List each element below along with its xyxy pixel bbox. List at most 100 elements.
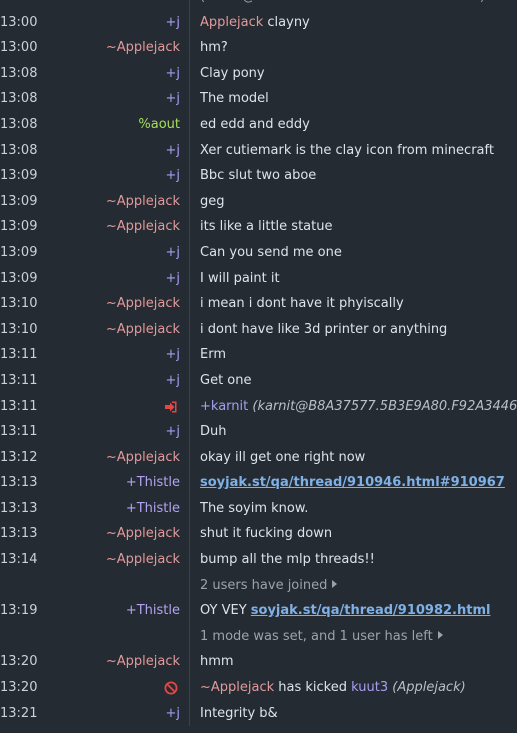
message-text: Xer cutiemark is the clay icon from mine… (200, 142, 494, 158)
chat-log: 13:02 kuut3 (kuut3@B8A37577.5B3E9A80.F92… (0, 0, 517, 727)
message-text: OY VEY soyjak.st/qa/thread/910982.html (200, 598, 517, 624)
nick[interactable]: +j (40, 342, 180, 368)
log-row: 13:09 ~Applejack geg (0, 189, 517, 215)
nick[interactable]: +j (40, 10, 180, 36)
nick[interactable]: ~Applejack (40, 547, 180, 573)
nick[interactable]: +j (40, 61, 180, 87)
timestamp: 13:11 (0, 398, 38, 414)
message-text: bump all the mlp threads!! (200, 552, 375, 568)
nick[interactable]: +j (40, 419, 180, 445)
message-text: Bbc slut two aboe (200, 168, 317, 184)
collapsed-events-text: 1 mode was set, and 1 user has left (200, 628, 433, 644)
message-link[interactable]: soyjak.st/qa/thread/910982.html (251, 603, 491, 618)
message-text: soyjak.st/qa/thread/910946.html#910967 (200, 470, 517, 496)
nick[interactable]: +j (40, 86, 180, 112)
log-row: 13:11 +j Duh (0, 419, 517, 445)
log-row: 13:08 +j The model (0, 86, 517, 112)
log-row: 13:19 +Thistle OY VEY soyjak.st/qa/thread/… (0, 598, 517, 624)
message-link[interactable]: soyjak.st/qa/thread/910946.html#910967 (200, 475, 505, 490)
nick[interactable]: ~Applejack (40, 649, 180, 675)
nick[interactable]: +Thistle (40, 598, 180, 624)
log-row: 13:09 +j Can you send me one (0, 240, 517, 266)
message-body: OY VEY (200, 603, 251, 619)
nick[interactable]: ~Applejack (40, 291, 180, 317)
nick[interactable]: +Thistle (40, 496, 180, 522)
mentioned-nick[interactable]: Applejack (200, 15, 263, 30)
log-row: 1 mode was set, and 1 user has left (0, 624, 517, 650)
log-row: 13:10 ~Applejack i mean i dont have it phy… (0, 291, 517, 317)
nick[interactable]: kuut3 (40, 0, 180, 10)
log-row: 13:00 ~Applejack hm? (0, 35, 517, 61)
log-row: 13:09 +j I will paint it (0, 266, 517, 292)
log-row: 13:13 +Thistle soyjak.st/qa/thread/910946.… (0, 470, 517, 496)
message-text: shut it fucking down (200, 526, 333, 542)
message-text: i dont have like 3d printer or anything (200, 321, 448, 337)
nick[interactable]: +j (40, 266, 180, 292)
message-text: (kuut3@B8A37577.5B3E9A80.F92A3446.IP) (200, 0, 517, 10)
log-row: 13:00 +j Applejack clayny (0, 10, 517, 36)
message-body: clayny (263, 14, 310, 30)
log-row: 13:08 +j Xer cutiemark is the clay icon fr… (0, 138, 517, 164)
user-host: (karnit@B8A37577.5B3E9A80.F92A3446.IP) (252, 398, 517, 414)
nick[interactable]: ~Applejack (40, 317, 180, 343)
message-text: i mean i dont have it phyiscally (200, 296, 404, 312)
kicked-nick[interactable]: kuut3 (351, 680, 388, 695)
expand-arrow-icon[interactable] (437, 630, 443, 639)
message-text: Integrity b& (200, 705, 278, 721)
message-text: Get one (200, 372, 252, 388)
nick[interactable]: %aout (40, 112, 180, 138)
kick-verb: has kicked (274, 680, 352, 696)
kicker-nick[interactable]: ~Applejack (200, 680, 274, 695)
nick[interactable]: ~Applejack (40, 521, 180, 547)
message-text: +karnit (karnit@B8A37577.5B3E9A80.F92A34… (200, 394, 517, 420)
message-text: The model (200, 91, 269, 107)
nick[interactable]: ~Applejack (40, 189, 180, 215)
log-row: 13:11 +j Get one (0, 368, 517, 394)
kick-icon (164, 681, 178, 695)
collapsed-events[interactable]: 2 users have joined (200, 573, 517, 599)
nick[interactable]: +j (40, 163, 180, 189)
message-text: The soyim know. (200, 500, 309, 516)
log-row: 13:11 +j Erm (0, 342, 517, 368)
nick[interactable]: ~Applejack (40, 35, 180, 61)
message-text: hm? (200, 40, 228, 56)
log-row: 13:14 ~Applejack bump all the mlp threads!… (0, 547, 517, 573)
message-text: ed edd and eddy (200, 116, 310, 132)
nick[interactable]: ~Applejack (40, 445, 180, 471)
message-text: Can you send me one (200, 244, 342, 260)
expand-arrow-icon[interactable] (332, 579, 338, 588)
message-text: I will paint it (200, 270, 280, 286)
join-icon (165, 401, 177, 412)
log-row: 13:20 ~Applejack has kicked kuut3 (Applej… (0, 675, 517, 701)
nick[interactable]: ~Applejack (40, 214, 180, 240)
message-text: okay ill get one right now (200, 449, 366, 465)
nick[interactable]: +j (40, 701, 180, 727)
message-text: its like a little statue (200, 219, 333, 235)
log-row: 13:20 ~Applejack hmm (0, 649, 517, 675)
message-text: Duh (200, 424, 227, 440)
joined-nick[interactable]: +karnit (200, 399, 248, 414)
log-row: 13:21 +j Integrity b& (0, 701, 517, 727)
nick[interactable]: +Thistle (40, 470, 180, 496)
log-row: 13:09 +j Bbc slut two aboe (0, 163, 517, 189)
message-text: ~Applejack has kicked kuut3 (Applejack) (200, 675, 517, 701)
nick[interactable]: +j (40, 240, 180, 266)
log-row: 13:08 %aout ed edd and eddy (0, 112, 517, 138)
log-row: 13:12 ~Applejack okay ill get one right no… (0, 445, 517, 471)
log-row-partial: 13:02 kuut3 (kuut3@B8A37577.5B3E9A80.F92… (0, 0, 517, 10)
nick[interactable]: +j (40, 368, 180, 394)
message-text: geg (200, 193, 225, 209)
message-text: Applejack clayny (200, 10, 517, 36)
message-text: hmm (200, 654, 234, 670)
timestamp: 13:20 (0, 680, 38, 696)
log-row: 13:13 +Thistle The soyim know. (0, 496, 517, 522)
message-text: Clay pony (200, 65, 265, 81)
log-row: 2 users have joined (0, 573, 517, 599)
log-row: 13:09 ~Applejack its like a little statue (0, 214, 517, 240)
nick[interactable]: +j (40, 138, 180, 164)
collapsed-events-text: 2 users have joined (200, 577, 328, 593)
log-row: 13:08 +j Clay pony (0, 61, 517, 87)
log-row: 13:13 ~Applejack shut it fucking down (0, 521, 517, 547)
collapsed-events[interactable]: 1 mode was set, and 1 user has left (200, 624, 517, 650)
log-row: 13:10 ~Applejack i dont have like 3d print… (0, 317, 517, 343)
